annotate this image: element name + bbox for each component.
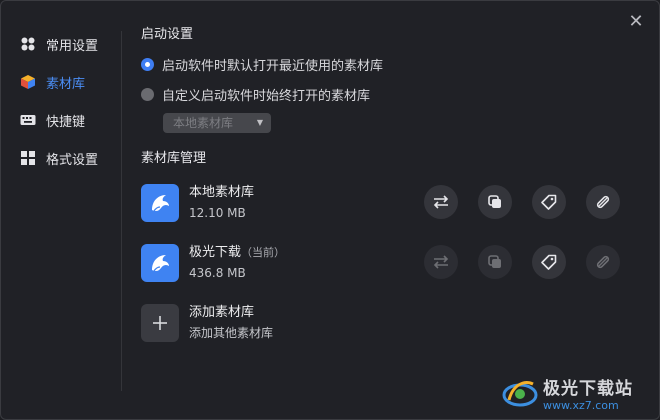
unlink-library-button[interactable] [586,185,620,219]
startup-option-custom-label: 自定义启动软件时始终打开的素材库 [162,88,371,104]
swap-arrows-icon [433,255,449,269]
add-library-subtitle: 添加其他素材库 [189,326,274,340]
sidebar-item-general[interactable]: 常用设置 [1,25,121,63]
tag-icon [541,254,557,270]
unlink-icon [596,195,610,209]
sidebar-item-format[interactable]: 格式设置 [1,139,121,177]
dolphin-icon [141,184,179,222]
add-library-row[interactable]: 添加素材库 添加其他素材库 [141,295,641,351]
startup-option-custom[interactable]: 自定义启动软件时始终打开的素材库 [141,79,641,109]
sidebar-item-label: 快捷键 [46,114,86,130]
unlink-library-button-disabled [586,245,620,279]
keyboard-icon [20,112,36,128]
copy-icon [488,195,501,208]
swap-arrows-icon [433,195,449,209]
sidebar-item-label: 格式设置 [46,152,99,168]
tiles-icon [20,150,36,166]
copy-library-button[interactable] [478,185,512,219]
unlink-icon [596,255,610,269]
sidebar-item-library[interactable]: 素材库 [1,63,121,101]
cube-icon [20,74,36,90]
library-row-local: 本地素材库 12.10 MB [141,175,641,231]
caret-down-icon: ▼ [256,118,263,127]
watermark-title: 极光下载站 [543,379,633,399]
library-name: 极光下载（当前） [189,244,285,262]
startup-option-recent[interactable]: 启动软件时默认打开最近使用的素材库 [141,49,641,79]
watermark-logo-icon [502,381,538,407]
grid-dots-icon [20,36,36,52]
radio-checked-icon[interactable] [141,57,154,71]
sidebar-divider [121,31,122,391]
watermark-url: www.xz7.com [543,399,619,412]
dolphin-icon [141,244,179,282]
library-row-current: 极光下载（当前） 436.8 MB [141,235,641,291]
library-size: 12.10 MB [189,206,246,220]
startup-section-title: 启动设置 [141,27,194,42]
startup-option-recent-label: 启动软件时默认打开最近使用的素材库 [162,58,384,74]
startup-library-select-value: 本地素材库 [173,116,234,130]
library-settings-panel: 启动设置 启动软件时默认打开最近使用的素材库 自定义启动软件时始终打开的素材库 … [141,25,641,351]
tag-library-button[interactable] [532,185,566,219]
tag-library-button[interactable] [532,245,566,279]
library-size: 436.8 MB [189,266,246,280]
copy-icon [488,255,501,268]
library-name: 本地素材库 [189,185,255,200]
switch-library-button[interactable] [424,185,458,219]
library-name-text: 极光下载 [189,245,242,260]
plus-icon[interactable] [141,304,179,342]
library-section-title: 素材库管理 [141,151,207,166]
sidebar-item-label: 常用设置 [46,38,99,54]
radio-unchecked-icon[interactable] [141,87,154,101]
sidebar: 常用设置 素材库 快捷键 格式设置 [1,25,121,177]
sidebar-item-shortcuts[interactable]: 快捷键 [1,101,121,139]
watermark: 极光下载站 www.xz7.com [501,373,651,413]
current-tag: （当前） [241,246,286,259]
startup-library-select[interactable]: 本地素材库 ▼ [163,113,271,133]
switch-library-button-disabled [424,245,458,279]
copy-library-button-disabled [478,245,512,279]
sidebar-item-label: 素材库 [46,76,86,92]
tag-icon [541,194,557,210]
add-library-title: 添加素材库 [189,305,255,320]
settings-window: ✕ 常用设置 素材库 快捷键 格式设置 启动设置 启动软件时默认打开最近使用的素… [0,0,660,420]
